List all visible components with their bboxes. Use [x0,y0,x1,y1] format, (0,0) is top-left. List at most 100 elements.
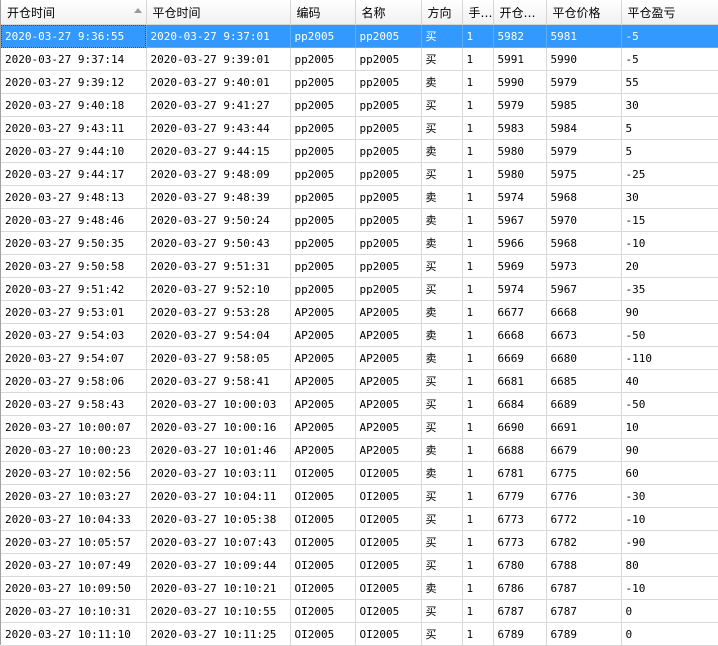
cell-close-pnl: -50 [621,392,718,416]
table-row[interactable]: 2020-03-27 10:04:33 2020-03-27 10:05:38 OI… [1,507,718,531]
table-row[interactable]: 2020-03-27 9:54:03 2020-03-27 9:54:04 AP20… [1,323,718,347]
header-name[interactable]: 名称 [355,0,422,25]
cell-close-pnl: 0 [621,599,718,623]
cell-close-price: 5968 [546,231,622,255]
cell-close-pnl: -5 [621,24,718,48]
cell-name: AP2005 [355,369,422,393]
table-row[interactable]: 2020-03-27 9:36:55 2020-03-27 9:37:01 pp20… [1,24,718,48]
cell-open-time: 2020-03-27 10:07:49 [1,553,147,577]
cell-close-pnl: 60 [621,461,718,485]
table-row[interactable]: 2020-03-27 10:10:31 2020-03-27 10:10:55 OI… [1,599,718,623]
header-close-price[interactable]: 平仓价格 [546,0,622,25]
cell-open-time: 2020-03-27 10:00:07 [1,415,147,439]
table-row[interactable]: 2020-03-27 9:43:11 2020-03-27 9:43:44 pp20… [1,116,718,140]
header-lots[interactable]: 手… [462,0,494,25]
cell-code: pp2005 [290,231,356,255]
cell-name: pp2005 [355,93,422,117]
cell-code: pp2005 [290,93,356,117]
table-row[interactable]: 2020-03-27 9:54:07 2020-03-27 9:58:05 AP20… [1,346,718,370]
table-row[interactable]: 2020-03-27 9:50:58 2020-03-27 9:51:31 pp20… [1,254,718,278]
table-row[interactable]: 2020-03-27 9:39:12 2020-03-27 9:40:01 pp20… [1,70,718,94]
cell-close-price: 6679 [546,438,622,462]
cell-close-pnl: 5 [621,139,718,163]
table-row[interactable]: 2020-03-27 9:50:35 2020-03-27 9:50:43 pp20… [1,231,718,255]
table-row[interactable]: 2020-03-27 9:58:43 2020-03-27 10:00:03 AP2… [1,392,718,416]
cell-open-price: 6668 [493,323,547,347]
table-row[interactable]: 2020-03-27 10:09:50 2020-03-27 10:10:21 OI… [1,576,718,600]
table-row[interactable]: 2020-03-27 10:11:10 2020-03-27 10:11:25 OI… [1,622,718,646]
cell-name: pp2005 [355,162,422,186]
table-row[interactable]: 2020-03-27 9:40:18 2020-03-27 9:41:27 pp20… [1,93,718,117]
cell-name: OI2005 [355,530,422,554]
cell-open-price: 5979 [493,93,547,117]
cell-close-price: 6772 [546,507,622,531]
cell-close-pnl: 30 [621,185,718,209]
cell-close-pnl: 80 [621,553,718,577]
cell-open-time: 2020-03-27 10:02:56 [1,461,147,485]
cell-direction: 卖 [421,576,463,600]
cell-code: pp2005 [290,254,356,278]
table-row[interactable]: 2020-03-27 9:58:06 2020-03-27 9:58:41 AP20… [1,369,718,393]
header-close-time[interactable]: 平仓时间 [146,0,291,25]
cell-close-time: 2020-03-27 9:48:09 [146,162,291,186]
cell-direction: 买 [421,162,463,186]
table-row[interactable]: 2020-03-27 9:48:13 2020-03-27 9:48:39 pp20… [1,185,718,209]
header-direction[interactable]: 方向 [421,0,463,25]
table-row[interactable]: 2020-03-27 9:44:17 2020-03-27 9:48:09 pp20… [1,162,718,186]
cell-direction: 买 [421,277,463,301]
cell-close-price: 6776 [546,484,622,508]
cell-close-price: 6787 [546,576,622,600]
cell-close-price: 5985 [546,93,622,117]
cell-close-pnl: -10 [621,507,718,531]
table-row[interactable]: 2020-03-27 10:07:49 2020-03-27 10:09:44 OI… [1,553,718,577]
cell-close-price: 5970 [546,208,622,232]
cell-close-time: 2020-03-27 9:40:01 [146,70,291,94]
cell-close-price: 5979 [546,139,622,163]
header-open-price[interactable]: 开仓… [493,0,547,25]
header-close-pnl[interactable]: 平仓盈亏 [621,0,718,25]
header-open-time[interactable]: 开仓时间 [1,0,147,25]
table-row[interactable]: 2020-03-27 10:00:23 2020-03-27 10:01:46 AP… [1,438,718,462]
cell-open-time: 2020-03-27 9:48:46 [1,208,147,232]
cell-code: pp2005 [290,162,356,186]
cell-close-price: 5967 [546,277,622,301]
cell-close-time: 2020-03-27 10:03:11 [146,461,291,485]
cell-lots: 1 [462,139,494,163]
sort-ascending-icon [133,8,142,13]
cell-name: OI2005 [355,553,422,577]
cell-code: OI2005 [290,599,356,623]
cell-code: pp2005 [290,208,356,232]
cell-lots: 1 [462,622,494,646]
table-row[interactable]: 2020-03-27 9:48:46 2020-03-27 9:50:24 pp20… [1,208,718,232]
table-row[interactable]: 2020-03-27 10:03:27 2020-03-27 10:04:11 OI… [1,484,718,508]
cell-code: AP2005 [290,300,356,324]
cell-code: AP2005 [290,438,356,462]
cell-code: OI2005 [290,530,356,554]
cell-direction: 卖 [421,346,463,370]
cell-close-time: 2020-03-27 10:07:43 [146,530,291,554]
header-code[interactable]: 编码 [290,0,356,25]
table-row[interactable]: 2020-03-27 9:37:14 2020-03-27 9:39:01 pp20… [1,47,718,71]
cell-code: pp2005 [290,139,356,163]
cell-close-price: 5968 [546,185,622,209]
cell-lots: 1 [462,231,494,255]
table-row[interactable]: 2020-03-27 9:53:01 2020-03-27 9:53:28 AP20… [1,300,718,324]
table-row[interactable]: 2020-03-27 10:05:57 2020-03-27 10:07:43 OI… [1,530,718,554]
cell-close-price: 6691 [546,415,622,439]
cell-open-time: 2020-03-27 9:54:07 [1,346,147,370]
table-row[interactable]: 2020-03-27 10:00:07 2020-03-27 10:00:16 AP… [1,415,718,439]
table-row[interactable]: 2020-03-27 10:02:56 2020-03-27 10:03:11 OI… [1,461,718,485]
cell-open-time: 2020-03-27 10:04:33 [1,507,147,531]
table-row[interactable]: 2020-03-27 9:51:42 2020-03-27 9:52:10 pp20… [1,277,718,301]
cell-code: AP2005 [290,369,356,393]
cell-open-time: 2020-03-27 9:36:55 [1,24,147,48]
table-row[interactable]: 2020-03-27 9:44:10 2020-03-27 9:44:15 pp20… [1,139,718,163]
cell-open-time: 2020-03-27 9:44:10 [1,139,147,163]
cell-close-time: 2020-03-27 9:37:01 [146,24,291,48]
cell-close-time: 2020-03-27 10:00:16 [146,415,291,439]
cell-close-pnl: 90 [621,300,718,324]
header-close-price-label: 平仓价格 [552,5,601,20]
cell-name: pp2005 [355,70,422,94]
cell-open-price: 6787 [493,599,547,623]
cell-close-pnl: -10 [621,231,718,255]
